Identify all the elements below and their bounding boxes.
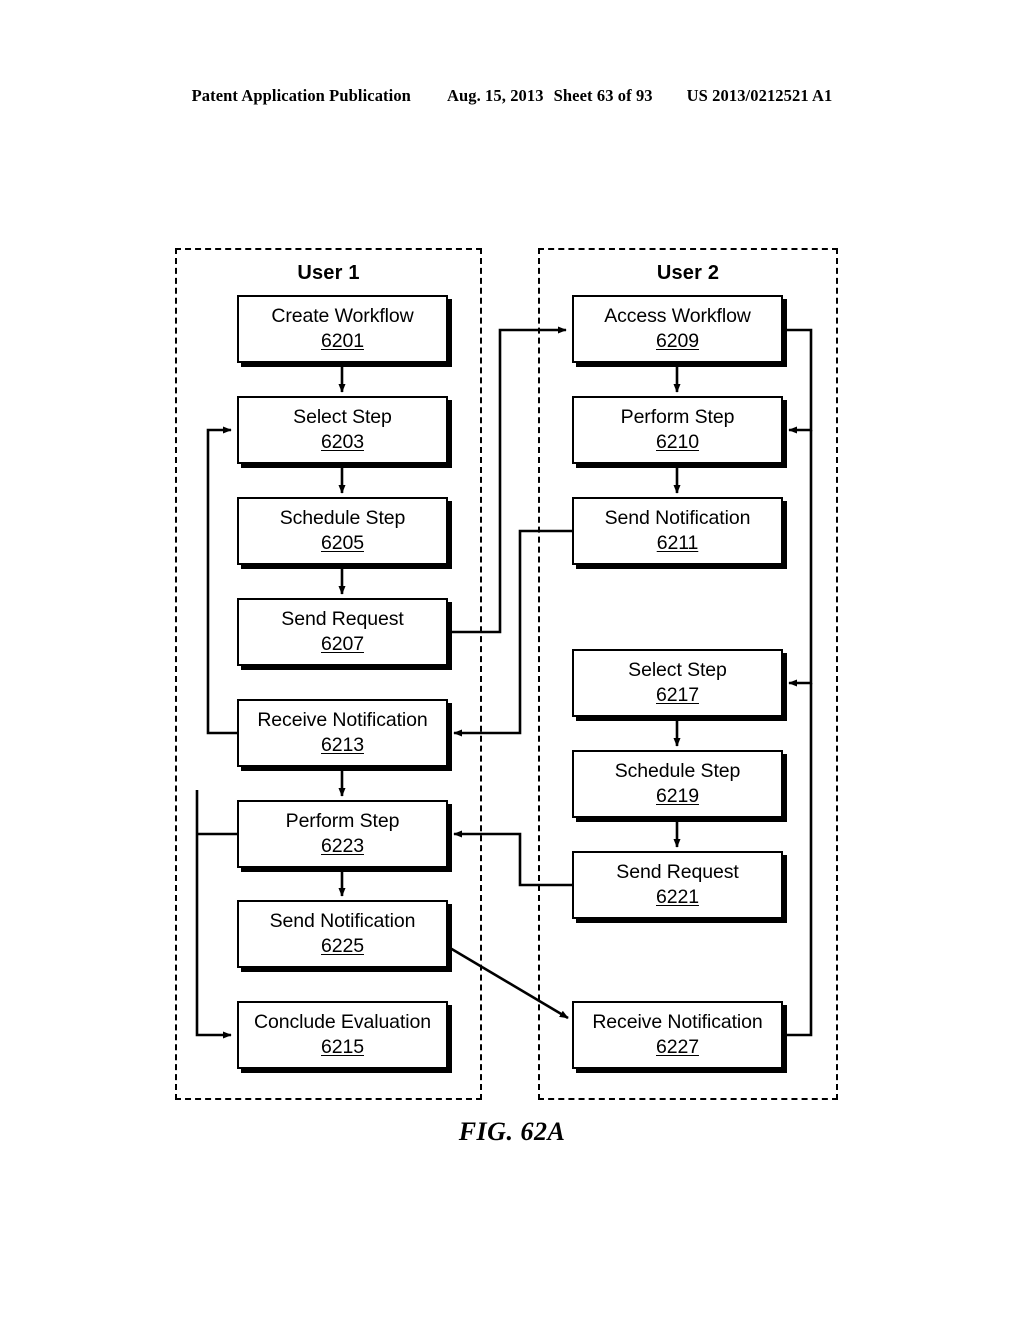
connector-n6209-to-n6210	[783, 328, 813, 434]
node-reference-numeral: 6209	[656, 330, 699, 352]
process-node-6217[interactable]: Select Step 6217	[572, 649, 783, 717]
node-label: Create Workflow	[271, 305, 414, 327]
node-reference-numeral: 6213	[321, 734, 364, 756]
process-node-6221[interactable]: Send Request 6221	[572, 851, 783, 919]
node-reference-numeral: 6219	[656, 785, 699, 807]
connector-n6209-to-n6227	[783, 683, 813, 1037]
node-label: Schedule Step	[279, 507, 406, 529]
process-node-6215[interactable]: Conclude Evaluation 6215	[237, 1001, 448, 1069]
process-node-6223[interactable]: Perform Step 6223	[237, 800, 448, 868]
node-reference-numeral: 6225	[321, 935, 364, 957]
process-node-6213[interactable]: Receive Notification 6213	[237, 699, 448, 767]
node-label: Access Workflow	[604, 305, 751, 327]
node-reference-numeral: 6203	[321, 431, 364, 453]
node-label: Receive Notification	[592, 1011, 763, 1033]
node-label: Select Step	[293, 406, 392, 428]
patent-figure-page: Patent Application Publication Aug. 15, …	[0, 0, 1024, 1320]
connector-n6225-to-n6227	[449, 946, 569, 1020]
connector-n6209-to-n6217	[788, 430, 813, 687]
node-reference-numeral: 6227	[656, 1036, 699, 1058]
process-node-6203[interactable]: Select Step 6203	[237, 396, 448, 464]
node-label: Send Notification	[604, 507, 751, 529]
node-reference-numeral: 6201	[321, 330, 364, 352]
node-label: Receive Notification	[257, 709, 428, 731]
process-node-6227[interactable]: Receive Notification 6227	[572, 1001, 783, 1069]
node-reference-numeral: 6205	[321, 532, 364, 554]
node-reference-numeral: 6211	[656, 532, 699, 554]
process-node-6201[interactable]: Create Workflow 6201	[237, 295, 448, 363]
node-reference-numeral: 6221	[656, 886, 699, 908]
node-label: Send Notification	[269, 910, 416, 932]
process-node-6219[interactable]: Schedule Step 6219	[572, 750, 783, 818]
figure-caption: FIG. 62A	[458, 1117, 566, 1146]
process-node-6205[interactable]: Schedule Step 6205	[237, 497, 448, 565]
node-label: Perform Step	[620, 406, 735, 428]
connector-n6207-to-n6209	[448, 326, 567, 634]
connector-n6221-to-n6223	[453, 830, 572, 887]
node-reference-numeral: 6207	[321, 633, 364, 655]
node-label: Select Step	[628, 659, 727, 681]
node-label: Send Request	[616, 861, 739, 883]
node-reference-numeral: 6215	[321, 1036, 364, 1058]
process-node-6211[interactable]: Send Notification 6211	[572, 497, 783, 565]
node-label: Schedule Step	[614, 760, 741, 782]
process-node-6209[interactable]: Access Workflow 6209	[572, 295, 783, 363]
node-reference-numeral: 6217	[656, 684, 699, 706]
node-label: Perform Step	[285, 810, 400, 832]
node-label: Send Request	[281, 608, 404, 630]
process-node-6207[interactable]: Send Request 6207	[237, 598, 448, 666]
process-node-6210[interactable]: Perform Step 6210	[572, 396, 783, 464]
process-node-6225[interactable]: Send Notification 6225	[237, 900, 448, 968]
node-reference-numeral: 6223	[321, 835, 364, 857]
connector-n6223-to-n6215	[195, 790, 237, 1039]
node-reference-numeral: 6210	[656, 431, 699, 453]
connector-n6213-to-n6203	[206, 426, 237, 735]
node-label: Conclude Evaluation	[254, 1011, 431, 1033]
